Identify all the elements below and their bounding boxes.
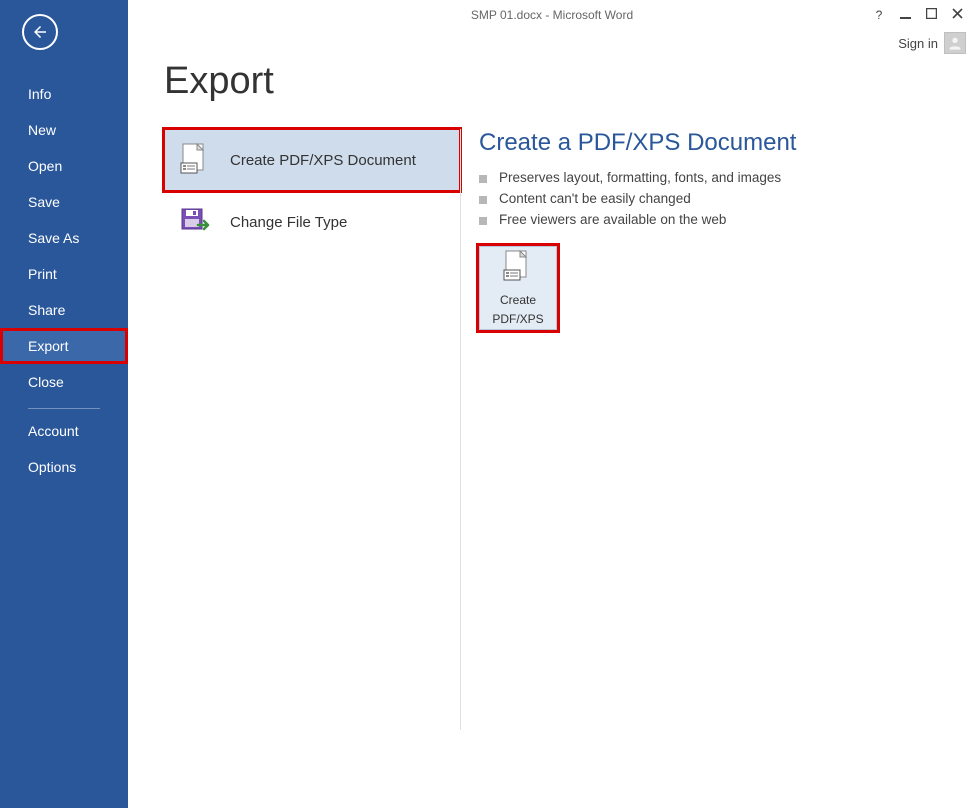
nav-open[interactable]: Open <box>0 148 128 184</box>
option-label: Change File Type <box>230 214 347 231</box>
maximize-icon <box>926 8 937 19</box>
nav-export[interactable]: Export <box>0 328 128 364</box>
nav-options[interactable]: Options <box>0 449 128 485</box>
nav-print[interactable]: Print <box>0 256 128 292</box>
option-change-file-type[interactable]: Change File Type <box>164 191 460 253</box>
maximize-button[interactable] <box>924 8 938 22</box>
close-button[interactable] <box>950 8 964 22</box>
bullet-item: Free viewers are available on the web <box>479 209 940 230</box>
nav-save-as[interactable]: Save As <box>0 220 128 256</box>
back-button[interactable] <box>22 14 58 50</box>
title-bar: SMP 01.docx - Microsoft Word ? <box>128 0 976 30</box>
sign-in-label: Sign in <box>898 36 938 51</box>
detail-bullets: Preserves layout, formatting, fonts, and… <box>479 167 940 230</box>
person-icon <box>947 35 963 51</box>
option-label: Create PDF/XPS Document <box>230 152 416 169</box>
nav-close[interactable]: Close <box>0 364 128 400</box>
nav-save[interactable]: Save <box>0 184 128 220</box>
main-panel: SMP 01.docx - Microsoft Word ? Sign in <box>128 0 976 808</box>
close-icon <box>952 8 963 19</box>
export-detail-column: Create a PDF/XPS Document Preserves layo… <box>460 129 940 730</box>
pdf-document-icon <box>503 250 533 289</box>
nav-info[interactable]: Info <box>0 76 128 112</box>
nav-separator <box>28 408 100 409</box>
backstage-sidebar: Info New Open Save Save As Print Share E… <box>0 0 128 808</box>
pdf-document-icon <box>178 143 212 177</box>
export-options-column: Create PDF/XPS Document Change File Type <box>164 129 460 730</box>
sign-in-link[interactable]: Sign in <box>898 32 966 54</box>
nav-new[interactable]: New <box>0 112 128 148</box>
button-label-line2: PDF/XPS <box>492 312 543 326</box>
nav-account[interactable]: Account <box>0 413 128 449</box>
minimize-icon <box>900 8 911 19</box>
option-create-pdf-xps[interactable]: Create PDF/XPS Document <box>164 129 460 191</box>
floppy-convert-icon <box>178 205 212 239</box>
button-label-line1: Create <box>500 293 536 307</box>
arrow-left-icon <box>31 23 49 41</box>
help-button[interactable]: ? <box>872 8 886 22</box>
window-title: SMP 01.docx - Microsoft Word <box>128 8 976 22</box>
minimize-button[interactable] <box>898 8 912 22</box>
page-title: Export <box>164 60 940 103</box>
nav-share[interactable]: Share <box>0 292 128 328</box>
create-pdf-xps-button[interactable]: Create PDF/XPS <box>479 246 557 330</box>
bullet-item: Content can't be easily changed <box>479 188 940 209</box>
user-avatar <box>944 32 966 54</box>
detail-title: Create a PDF/XPS Document <box>479 129 940 157</box>
bullet-item: Preserves layout, formatting, fonts, and… <box>479 167 940 188</box>
